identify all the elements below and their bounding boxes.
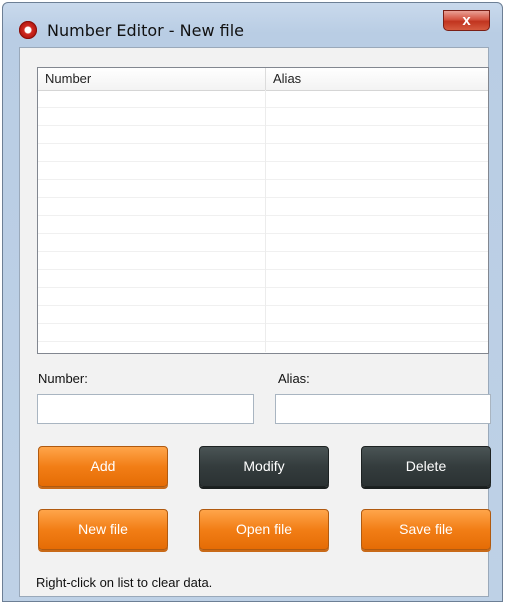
list-row — [38, 270, 488, 288]
close-button[interactable]: x — [443, 10, 490, 31]
column-divider — [265, 90, 266, 352]
alias-input[interactable] — [275, 394, 491, 424]
list-row — [38, 162, 488, 180]
list-row — [38, 306, 488, 324]
number-list[interactable]: Number Alias — [37, 67, 489, 354]
app-logo-icon — [19, 21, 37, 39]
list-body[interactable] — [38, 90, 488, 352]
list-row — [38, 108, 488, 126]
title-bar: Number Editor - New file x — [3, 3, 502, 47]
column-header-number[interactable]: Number — [38, 68, 266, 90]
list-row — [38, 234, 488, 252]
list-row — [38, 216, 488, 234]
list-row — [38, 180, 488, 198]
window-title: Number Editor - New file — [47, 21, 245, 40]
hint-text: Right-click on list to clear data. — [36, 575, 213, 590]
column-header-alias[interactable]: Alias — [266, 68, 488, 90]
list-row — [38, 126, 488, 144]
list-row — [38, 90, 488, 108]
list-row — [38, 252, 488, 270]
new-file-button[interactable]: New file — [38, 509, 168, 550]
open-file-button[interactable]: Open file — [199, 509, 329, 550]
save-file-button[interactable]: Save file — [361, 509, 491, 550]
modify-button[interactable]: Modify — [199, 446, 329, 487]
list-row — [38, 198, 488, 216]
list-row — [38, 288, 488, 306]
app-window: Number Editor - New file x Number Alias — [2, 2, 503, 602]
number-input[interactable] — [37, 394, 254, 424]
alias-label: Alias: — [278, 371, 310, 386]
client-area: Number Alias Number: Alias: Add Modify D… — [19, 47, 491, 597]
delete-button[interactable]: Delete — [361, 446, 491, 487]
number-label: Number: — [38, 371, 88, 386]
list-header: Number Alias — [38, 68, 488, 91]
add-button[interactable]: Add — [38, 446, 168, 487]
list-row — [38, 144, 488, 162]
close-icon: x — [462, 12, 471, 29]
list-row — [38, 324, 488, 342]
